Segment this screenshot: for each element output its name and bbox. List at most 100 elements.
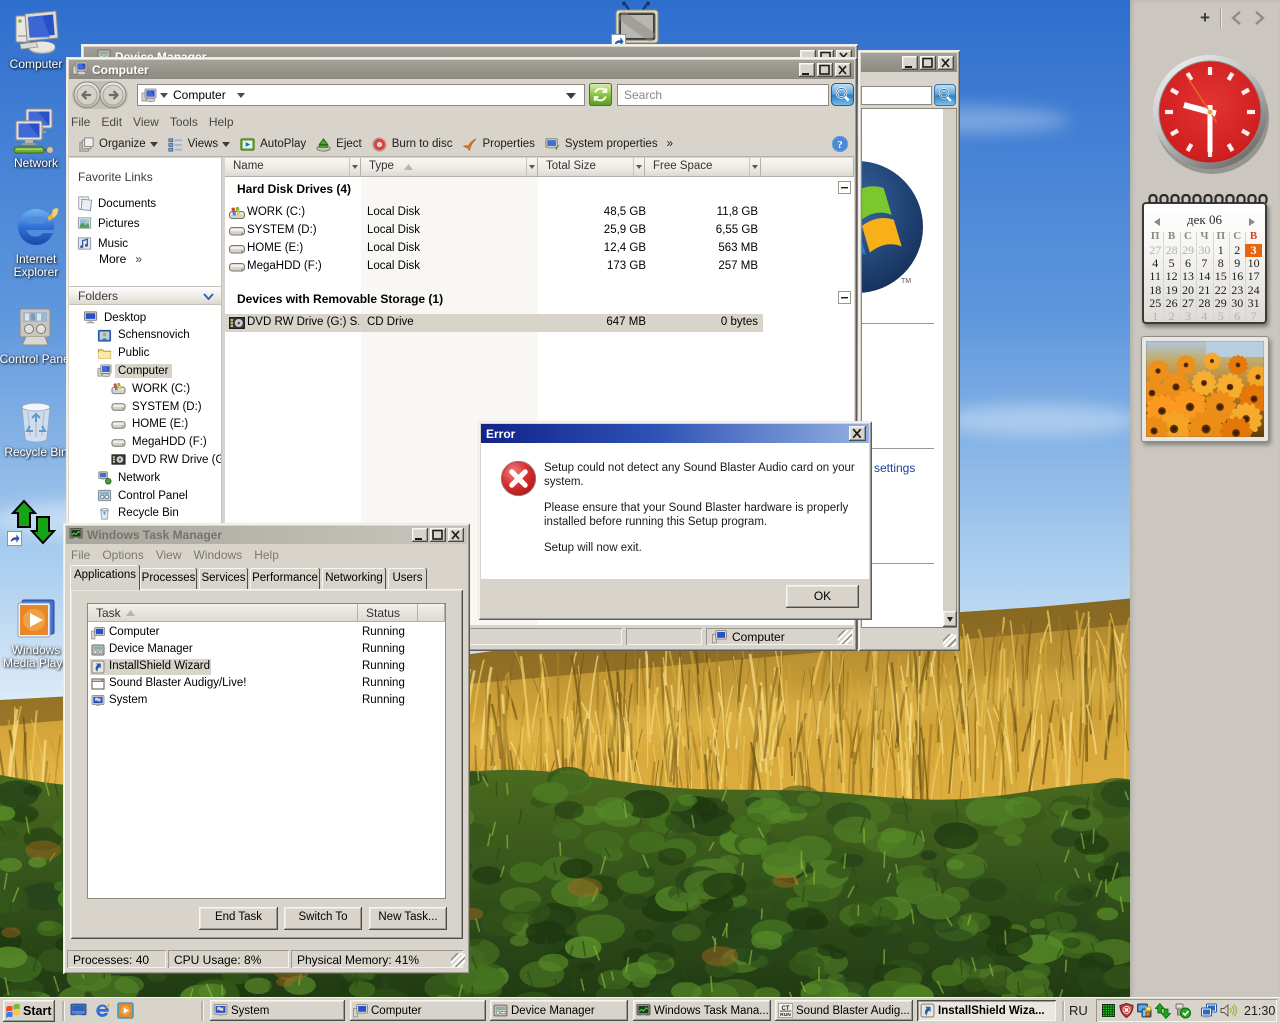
back-button[interactable] xyxy=(74,82,100,108)
taskbar-button-computer[interactable]: Computer xyxy=(350,1000,486,1021)
menu-file[interactable]: File xyxy=(69,113,98,131)
refresh-button[interactable] xyxy=(589,83,612,109)
calendar-day[interactable]: 18 xyxy=(1147,284,1163,297)
taskmgr-menu-options[interactable]: Options xyxy=(98,546,150,564)
calendar-day[interactable]: 31 xyxy=(1245,297,1261,310)
calendar-day[interactable]: 24 xyxy=(1245,284,1261,297)
tab-users[interactable]: Users xyxy=(388,568,427,589)
folders-band[interactable]: Folders xyxy=(69,286,222,305)
taskmgr-menu-file[interactable]: File xyxy=(67,546,97,564)
favorite-link-music[interactable]: Music xyxy=(76,234,216,253)
taskmgr-menu-help[interactable]: Help xyxy=(250,546,286,564)
desktop-icon-recycle-bin[interactable]: Recycle Bin xyxy=(0,396,74,459)
column-header-name[interactable]: Name xyxy=(225,158,361,177)
desktop-icon-updown[interactable] xyxy=(0,498,72,546)
toolbar-autoplay[interactable]: AutoPlay xyxy=(235,134,311,155)
tab-applications[interactable]: Applications xyxy=(70,565,140,590)
search-go-button[interactable] xyxy=(831,83,854,109)
calendar-day[interactable]: 1 xyxy=(1147,310,1163,323)
calendar-day[interactable]: 26 xyxy=(1163,297,1179,310)
calendar-day[interactable]: 14 xyxy=(1196,270,1212,283)
calendar-day[interactable]: 7 xyxy=(1196,257,1212,270)
task-row-installshield-wizard[interactable]: InstallShield Wizard Running xyxy=(90,659,443,676)
calendar-day[interactable]: 20 xyxy=(1180,284,1196,297)
taskmgr-titlebar[interactable]: Windows Task Manager xyxy=(66,526,467,544)
folders-chevron-icon[interactable] xyxy=(203,293,214,301)
computer-maximize-button[interactable] xyxy=(817,63,833,77)
toolbar-burn-to-disc[interactable]: Burn to disc xyxy=(367,134,458,155)
sidebar-next-icon[interactable] xyxy=(1250,10,1268,26)
menu-help[interactable]: Help xyxy=(207,113,242,131)
tree-item-work-c-[interactable]: WORK (C:) xyxy=(111,380,192,397)
computer-close-button[interactable] xyxy=(835,63,851,77)
column-header-type[interactable]: Type xyxy=(361,158,538,177)
toolbar-views[interactable]: Views xyxy=(163,134,235,155)
system-minimize-button[interactable] xyxy=(902,56,918,70)
computer-resize-grip[interactable] xyxy=(838,630,852,644)
taskbar-button-sound-blaster-audig-[interactable]: CT RUN Sound Blaster Audig... xyxy=(775,1000,913,1021)
task-manager-window[interactable]: Windows Task Manager FileOptionsViewWind… xyxy=(63,523,470,974)
taskmgr-resize-grip[interactable] xyxy=(451,953,465,967)
tray-monitors-tray-icon[interactable] xyxy=(1201,1003,1217,1019)
quick-launch-wmp-small[interactable] xyxy=(117,1002,135,1020)
calendar-day[interactable]: 16 xyxy=(1229,270,1245,283)
calendar-day[interactable]: 21 xyxy=(1196,284,1212,297)
calendar-day[interactable]: 4 xyxy=(1196,310,1212,323)
calendar-day[interactable]: 28 xyxy=(1196,297,1212,310)
calendar-day[interactable]: 12 xyxy=(1163,270,1179,283)
system-search-button[interactable] xyxy=(934,84,956,106)
taskbar-button-windows-task-mana-[interactable]: Windows Task Mana... xyxy=(633,1000,771,1021)
system-scrollbar[interactable] xyxy=(943,108,957,628)
calendar-day[interactable]: 6 xyxy=(1229,310,1245,323)
search-box[interactable]: Search xyxy=(617,84,829,106)
taskbar-button-system[interactable]: System xyxy=(210,1000,345,1021)
quick-launch-show-desktop[interactable] xyxy=(70,1002,88,1020)
system-window-titlebar[interactable] xyxy=(861,53,957,72)
column-header-task[interactable]: Task xyxy=(88,604,358,622)
error-dialog[interactable]: Error Setup could not detect any Sound B… xyxy=(478,421,872,620)
taskbar-button-device-manager[interactable]: Device Manager xyxy=(490,1000,628,1021)
system-close-button[interactable] xyxy=(938,56,954,70)
task-row-system[interactable]: System Running xyxy=(90,693,443,710)
calendar-day[interactable]: 2 xyxy=(1163,310,1179,323)
favorite-link-documents[interactable]: Documents xyxy=(76,194,216,213)
column-header-status[interactable]: Status xyxy=(358,604,418,622)
tray-arrows-tray-icon[interactable] xyxy=(1155,1003,1171,1019)
calendar-day[interactable]: 27 xyxy=(1180,297,1196,310)
sidebar-add-gadget-button[interactable]: + xyxy=(1196,8,1214,28)
calendar-day[interactable]: 29 xyxy=(1213,297,1229,310)
tree-item-recycle-bin[interactable]: Recycle Bin xyxy=(97,505,181,522)
toolbar-eject[interactable]: Eject xyxy=(311,134,367,155)
desktop-icon-internet-explorer[interactable]: Internet Explorer xyxy=(0,203,74,279)
tree-item-dvd-rw-drive-g-s[interactable]: DVD RW Drive (G:) S xyxy=(111,451,222,468)
calendar-day[interactable]: 17 xyxy=(1245,270,1261,283)
tab-processes[interactable]: Processes xyxy=(140,568,197,589)
system-window[interactable]: TM settings xyxy=(858,50,960,651)
tree-item-network[interactable]: Network xyxy=(97,469,162,486)
tray-shield-tray-icon[interactable] xyxy=(1119,1003,1134,1018)
button-switch-to[interactable]: Switch To xyxy=(284,907,362,930)
menu-edit[interactable]: Edit xyxy=(99,113,130,131)
tree-item-home-e-[interactable]: HOME (E:) xyxy=(111,416,190,433)
task-row-device-manager[interactable]: Device Manager Running xyxy=(90,642,443,659)
calendar-day[interactable]: 25 xyxy=(1147,297,1163,310)
calendar-day[interactable]: 19 xyxy=(1163,284,1179,297)
system-resize-grip[interactable] xyxy=(943,634,956,647)
tray-display-tray-icon[interactable] xyxy=(1137,1003,1152,1018)
calendar-day[interactable]: 23 xyxy=(1229,284,1245,297)
desktop-icon-tv[interactable] xyxy=(613,1,663,49)
taskbar-button-installshield-wiza-[interactable]: InstallShield Wiza... xyxy=(917,1000,1056,1021)
address-dropdown-icon[interactable] xyxy=(566,93,576,104)
column-header-total-size[interactable]: Total Size xyxy=(538,158,645,177)
calendar-day[interactable]: 13 xyxy=(1180,270,1196,283)
tree-item-control-panel[interactable]: Control Panel xyxy=(97,487,190,504)
computer-window-titlebar[interactable]: Computer xyxy=(69,60,854,79)
quick-launch-ie-small[interactable] xyxy=(94,1002,112,1020)
ok-button[interactable]: OK xyxy=(786,585,859,608)
desktop-icon-network[interactable]: Network xyxy=(0,107,74,170)
tray-speaker-tray-icon[interactable] xyxy=(1220,1002,1237,1019)
favorite-link-pictures[interactable]: Pictures xyxy=(76,214,216,233)
tree-item-megahdd-f-[interactable]: MegaHDD (F:) xyxy=(111,434,209,451)
menu-tools[interactable]: Tools xyxy=(168,113,206,131)
taskmgr-minimize-button[interactable] xyxy=(412,528,428,542)
